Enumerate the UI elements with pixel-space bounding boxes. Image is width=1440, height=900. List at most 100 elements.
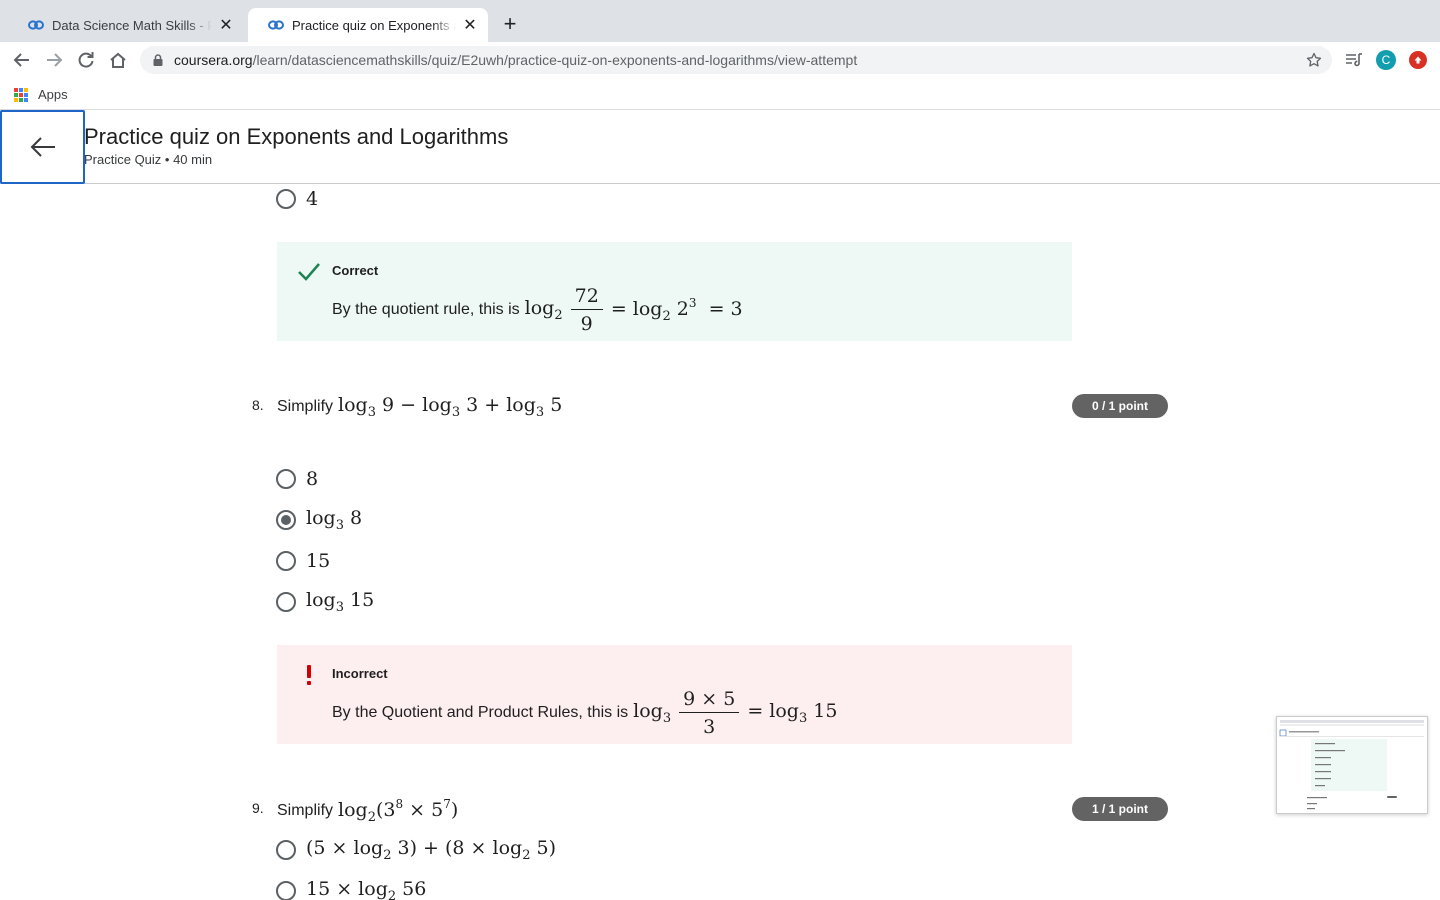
left-arrow-icon xyxy=(30,137,55,157)
math-text: 5 xyxy=(431,799,444,821)
url-host: coursera.org xyxy=(174,52,253,68)
answer-option[interactable]: log3 15 xyxy=(276,589,374,615)
math-expression: log2(38 × 57) xyxy=(338,797,459,825)
radio-button[interactable] xyxy=(276,881,296,900)
radio-button[interactable] xyxy=(276,592,296,612)
math-text: 3 xyxy=(383,799,396,821)
answer-option[interactable]: 15 × log2 56 xyxy=(276,878,426,900)
math-base: 3 xyxy=(798,711,808,726)
fraction: 9 × 5 3 xyxy=(679,689,740,738)
answer-option-selected[interactable]: log3 8 xyxy=(276,507,362,533)
fraction-denominator: 9 xyxy=(580,313,593,335)
address-bar[interactable]: coursera.org/learn/datasciencemathskills… xyxy=(140,46,1332,74)
new-tab-button[interactable]: + xyxy=(500,13,520,35)
math-text: 3 + xyxy=(466,394,507,416)
url-path: /learn/datasciencemathskills/quiz/E2uwh/… xyxy=(252,52,858,68)
quiz-header: Practice quiz on Exponents and Logarithm… xyxy=(0,110,1440,184)
reload-icon[interactable] xyxy=(76,50,96,70)
bookmarks-bar: Apps xyxy=(0,78,1440,110)
math-text: 2 xyxy=(676,298,689,320)
math-expression: log3 9 − log3 3 + log3 5 xyxy=(338,394,562,420)
radio-button[interactable] xyxy=(276,469,296,489)
prompt-text: Simplify xyxy=(277,802,334,819)
math-base: 3 xyxy=(335,518,344,533)
radio-button-checked[interactable] xyxy=(276,510,296,530)
answer-option[interactable]: (5 × log2 3) + (8 × log2 5) xyxy=(276,837,556,863)
option-label: (5 × log2 3) + (8 × log2 5) xyxy=(306,837,556,863)
forward-arrow-icon[interactable] xyxy=(44,50,64,70)
math-base: 2 xyxy=(367,810,376,825)
math-text: 5) xyxy=(530,837,557,859)
feedback-status: Incorrect xyxy=(332,666,388,681)
math-text: 3) + (8 × log xyxy=(391,837,523,859)
tab-title: Data Science Math Skills - Fundamentals xyxy=(52,17,212,33)
update-icon[interactable] xyxy=(1409,51,1427,69)
back-arrow-icon[interactable] xyxy=(12,50,32,70)
bookmark-star-icon[interactable] xyxy=(1306,52,1322,68)
fraction-numerator: 72 xyxy=(570,286,603,310)
question-prompt: Simplify log2(38 × 57) xyxy=(277,797,458,825)
tab-title: Practice quiz on Exponents and Logarithm… xyxy=(292,17,456,33)
home-icon[interactable] xyxy=(108,50,128,70)
math-base: 3 xyxy=(535,405,545,420)
option-label: log3 15 xyxy=(306,589,374,615)
browser-toolbar: coursera.org/learn/datasciencemathskills… xyxy=(0,42,1440,78)
answer-option[interactable]: 15 xyxy=(276,549,330,573)
lock-icon xyxy=(153,54,163,66)
browser-tab-data-science[interactable]: Data Science Math Skills - Fundamentals … xyxy=(8,8,244,42)
math-text: 5 xyxy=(550,394,563,416)
math-log: log xyxy=(422,394,452,416)
radio-button[interactable] xyxy=(276,551,296,571)
back-button[interactable] xyxy=(0,110,85,184)
math-log: log xyxy=(506,394,536,416)
option-label: 4 xyxy=(306,188,319,210)
answer-option[interactable]: 8 xyxy=(276,467,318,491)
score-badge: 1 / 1 point xyxy=(1072,797,1168,821)
math-log: log xyxy=(338,394,368,416)
math-log: log xyxy=(524,297,555,319)
screenshot-preview-thumbnail[interactable] xyxy=(1276,716,1428,814)
question-number: 8. xyxy=(252,397,264,413)
profile-avatar[interactable]: C xyxy=(1376,50,1396,70)
url-text: coursera.org/learn/datasciencemathskills… xyxy=(174,52,857,68)
math-text: 9 − xyxy=(382,394,423,416)
math-base: 3 xyxy=(451,405,461,420)
apps-shortcut[interactable]: Apps xyxy=(14,87,68,102)
coursera-logo-icon xyxy=(268,20,284,30)
close-tab-icon[interactable]: ✕ xyxy=(462,17,478,34)
math-base: 2 xyxy=(554,308,563,323)
apps-grid-icon xyxy=(14,87,28,102)
math-text: 15 xyxy=(813,700,838,722)
radio-button[interactable] xyxy=(276,840,296,860)
checkmark-icon xyxy=(297,260,321,284)
browser-tab-practice-quiz[interactable]: Practice quiz on Exponents and Logarithm… xyxy=(248,8,488,42)
math-expression: = log2 23 = 3 xyxy=(611,296,743,324)
tab-strip: Data Science Math Skills - Fundamentals … xyxy=(0,0,1440,42)
radio-button[interactable] xyxy=(276,189,296,209)
math-log: log xyxy=(306,589,336,611)
math-base: 2 xyxy=(387,889,397,900)
option-label: 15 × log2 56 xyxy=(306,878,426,900)
math-exponent: 8 xyxy=(395,797,404,811)
page-title: Practice quiz on Exponents and Logarithm… xyxy=(84,124,509,149)
math-text: 15 × log xyxy=(306,878,388,900)
math-expression: log3 xyxy=(633,700,671,726)
close-tab-icon[interactable]: ✕ xyxy=(218,17,234,34)
math-base: 3 xyxy=(335,600,344,615)
media-control-icon[interactable] xyxy=(1344,50,1364,70)
thumbnail-image xyxy=(1279,720,1424,810)
fraction-denominator: 3 xyxy=(703,716,716,738)
math-text: 15 xyxy=(350,589,375,611)
question-number: 9. xyxy=(252,800,264,816)
fraction-numerator: 9 × 5 xyxy=(679,689,740,713)
math-text: 8 xyxy=(350,507,363,529)
quiz-meta: Practice Quiz • 40 min xyxy=(84,152,213,167)
math-log: log xyxy=(338,799,368,821)
math-base: 2 xyxy=(662,309,671,324)
math-text: = log xyxy=(610,298,663,320)
option-label: log3 8 xyxy=(306,507,362,533)
option-label: 8 xyxy=(306,468,319,490)
answer-option[interactable]: 4 xyxy=(276,187,318,211)
score-badge: 0 / 1 point xyxy=(1072,394,1168,418)
quiz-content: 4 Correct By the quotient rule, this is … xyxy=(0,185,1440,900)
